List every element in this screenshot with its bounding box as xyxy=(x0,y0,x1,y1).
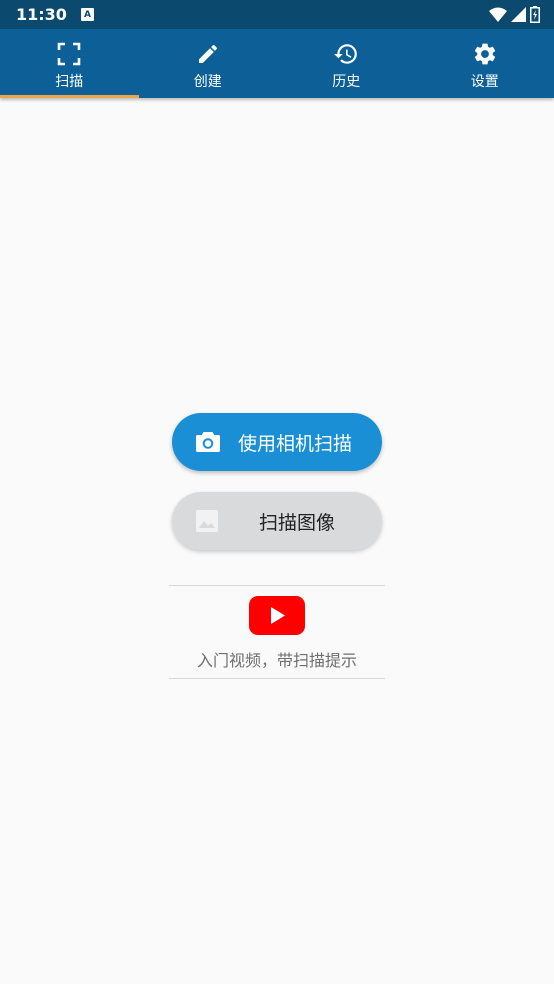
tab-label: 设置 xyxy=(470,74,499,90)
history-icon xyxy=(333,41,359,67)
divider-top xyxy=(169,585,385,586)
scan-content: 使用相机扫描 扫描图像 入门视频，带扫描提示 xyxy=(0,98,554,984)
tab-settings[interactable]: 设置 xyxy=(416,29,554,98)
tab-history[interactable]: 历史 xyxy=(277,29,416,98)
scan-image-button[interactable]: 扫描图像 xyxy=(172,492,382,550)
youtube-play-icon[interactable] xyxy=(249,596,305,635)
tab-label: 扫描 xyxy=(55,74,84,90)
tab-label: 创建 xyxy=(193,74,222,90)
scan-image-label: 扫描图像 xyxy=(259,511,336,534)
tutorial-video-link[interactable]: 入门视频，带扫描提示 xyxy=(169,647,385,671)
pencil-icon xyxy=(195,41,221,67)
notification-badge-icon: A xyxy=(80,8,94,21)
cell-signal-icon xyxy=(511,7,526,22)
divider-bottom xyxy=(169,678,385,679)
gear-icon xyxy=(472,41,498,67)
status-time: 11:30 xyxy=(16,5,67,24)
scan-with-camera-button[interactable]: 使用相机扫描 xyxy=(172,413,382,471)
tab-scan[interactable]: 扫描 xyxy=(0,29,139,98)
wifi-icon xyxy=(489,7,507,22)
tab-create[interactable]: 创建 xyxy=(139,29,278,98)
battery-icon xyxy=(530,6,540,23)
status-bar: 11:30 A xyxy=(0,0,554,29)
camera-icon xyxy=(195,430,221,454)
scan-frame-icon xyxy=(56,41,82,67)
tab-bar: 扫描 创建 历史 设置 xyxy=(0,29,554,98)
image-icon xyxy=(195,509,221,533)
tab-label: 历史 xyxy=(332,74,361,90)
scan-with-camera-label: 使用相机扫描 xyxy=(238,432,353,455)
